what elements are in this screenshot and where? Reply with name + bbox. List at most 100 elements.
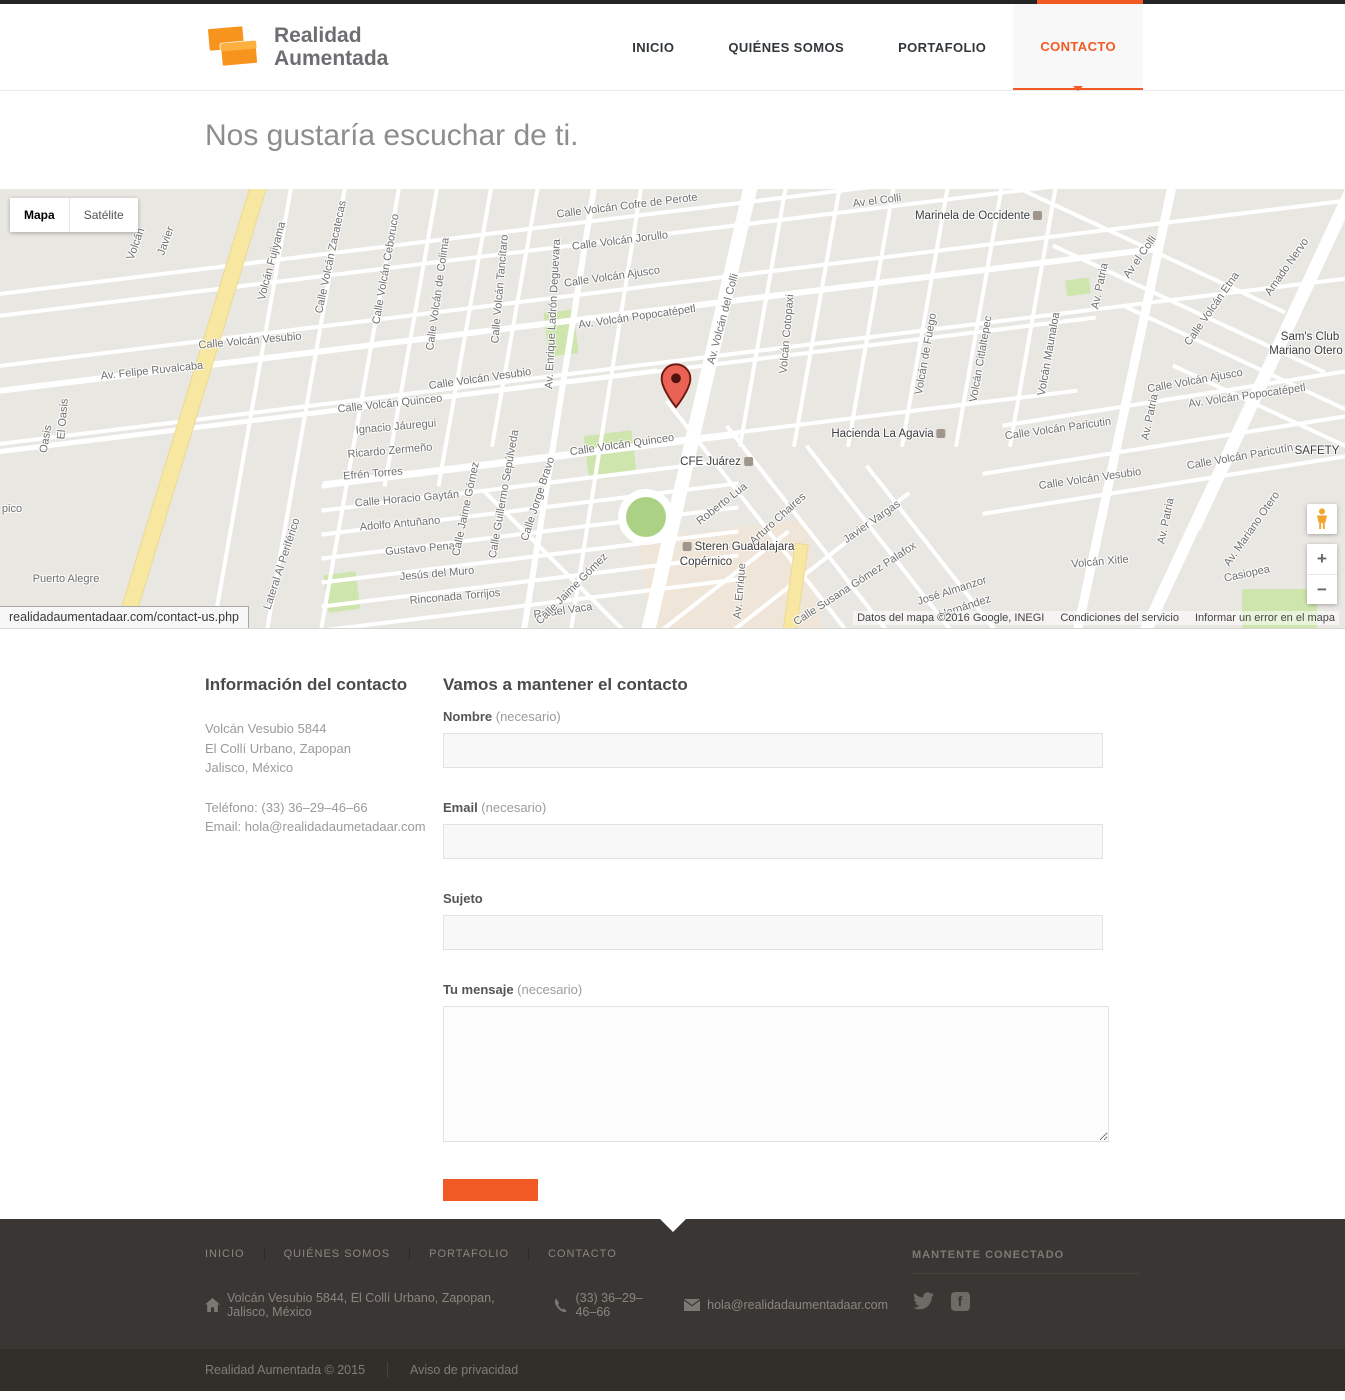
site-logo[interactable]: Realidad Aumentada xyxy=(205,4,388,90)
submit-button[interactable] xyxy=(443,1179,538,1201)
footer-phone: (33) 36–29–46–66 xyxy=(575,1291,660,1319)
map-street-label: Ignacio Jáuregui xyxy=(355,418,436,437)
sujeto-input[interactable] xyxy=(443,915,1103,950)
footer-address: Volcán Vesubio 5844, El Collí Urbano, Za… xyxy=(227,1291,529,1319)
contact-section: Información del contacto Volcán Vesubio … xyxy=(0,629,1345,1219)
map-street-label: Av. Patria xyxy=(1089,262,1110,310)
footer-link-inicio[interactable]: INICIO xyxy=(205,1248,245,1260)
map-street-label: Av. Mariano Otero xyxy=(1222,489,1282,568)
map-data-credit: Datos del mapa ©2016 Google, INEGI xyxy=(857,612,1044,624)
pegman-control[interactable] xyxy=(1307,504,1337,534)
map-type-control: Mapa Satélite xyxy=(10,198,138,232)
footer-email: hola@realidadaumentadaar.com xyxy=(707,1298,888,1312)
form-fields: Nombre (necesario) Email (necesario) Sujet… xyxy=(443,709,1113,1147)
address-line: Jalisco, México xyxy=(205,758,443,778)
site-header: Realidad Aumentada INICIOQUIÉNES SOMOSPO… xyxy=(0,4,1345,91)
map-canvas[interactable]: Calle Volcán Cofre de PeroteCalle Volcán… xyxy=(0,189,1345,629)
envelope-icon xyxy=(684,1299,700,1311)
tu-mensaje-input[interactable] xyxy=(443,1006,1109,1142)
copyright-text: Realidad Aumentada © 2015 xyxy=(205,1363,365,1377)
footer-nav-separator xyxy=(409,1247,410,1261)
address-line: Volcán Vesubio 5844 xyxy=(205,719,443,739)
map-poi-label[interactable]: Hacienda La Agavia xyxy=(831,428,948,440)
map-road-shape xyxy=(846,189,902,447)
address-line: El Collí Urbano, Zapopan xyxy=(205,739,443,759)
map-street-label: Rinconada Torrijos xyxy=(409,587,501,607)
connect-divider xyxy=(912,1273,1140,1274)
home-icon xyxy=(205,1298,220,1312)
map-street-label: Calle Guillermo Sepúlveda xyxy=(487,429,521,559)
map-type-mapa-button[interactable]: Mapa xyxy=(10,198,69,232)
map-street-label: Calle Horacio Gaytán xyxy=(354,488,459,509)
main-nav: INICIOQUIÉNES SOMOSPORTAFOLIOCONTACTO xyxy=(605,4,1143,90)
form-field-sujeto: Sujeto xyxy=(443,891,1113,950)
footer-link-portafolio[interactable]: PORTAFOLIO xyxy=(429,1248,509,1260)
footer-nav: INICIO QUIÉNES SOMOS PORTAFOLIO CONTACTO xyxy=(205,1247,912,1261)
logo-text: Realidad Aumentada xyxy=(274,24,388,70)
nav-item-inicio[interactable]: INICIO xyxy=(605,4,701,90)
map-poi-label[interactable]: Copérnico xyxy=(680,556,732,568)
field-label: Email (necesario) xyxy=(443,800,1113,815)
map-type-satelite-button[interactable]: Satélite xyxy=(69,198,138,232)
nav-item-contacto[interactable]: CONTACTO xyxy=(1013,4,1143,90)
terms-link[interactable]: Condiciones del servicio xyxy=(1060,612,1179,624)
map-street-label: Av. Patria xyxy=(1155,497,1176,545)
map-zoom-control: + − xyxy=(1307,544,1337,604)
nombre-input[interactable] xyxy=(443,733,1103,768)
contact-form-heading: Vamos a mantener el contacto xyxy=(443,675,1113,695)
map-poi-label[interactable]: Steren Guadalajara xyxy=(680,541,795,553)
footer-bottom-bar: Realidad Aumentada © 2015 Aviso de priva… xyxy=(0,1349,1345,1391)
social-links: f xyxy=(912,1290,1140,1312)
poi-icon xyxy=(683,542,692,551)
map-street-label: Av. Felipe Ruvalcaba xyxy=(100,360,204,383)
footer-link-quienes-somos[interactable]: QUIÉNES SOMOS xyxy=(284,1248,391,1260)
map-road-shape xyxy=(792,189,848,447)
pegman-icon xyxy=(1315,508,1329,530)
map-poi-label[interactable]: Marinela de Occidente xyxy=(915,210,1045,222)
facebook-icon[interactable]: f xyxy=(949,1290,971,1312)
status-bar-url: realidadaumentadaar.com/contact-us.php xyxy=(0,606,249,628)
page-title-section: Nos gustaría escuchar de ti. xyxy=(0,91,1345,189)
map-street-label: Calle Volcán Zacatecas xyxy=(313,200,349,315)
poi-icon xyxy=(1033,211,1042,220)
map-street-label: Oasis xyxy=(38,424,55,454)
map-street-label: Av. Volcán Popocatépetl xyxy=(578,303,697,331)
map-street-label: Efrén Torres xyxy=(343,465,404,482)
form-field-tu-mensaje: Tu mensaje (necesario) xyxy=(443,982,1113,1147)
zoom-out-button[interactable]: − xyxy=(1307,575,1337,605)
footer-link-contacto[interactable]: CONTACTO xyxy=(548,1248,617,1260)
nav-item-quienes-somos[interactable]: QUIÉNES SOMOS xyxy=(701,4,871,90)
map-street-label: Calle Volcán Paricutin xyxy=(1004,416,1112,443)
privacy-link[interactable]: Aviso de privacidad xyxy=(410,1363,518,1377)
report-error-link[interactable]: Informar un error en el mapa xyxy=(1195,612,1335,624)
form-field-email: Email (necesario) xyxy=(443,800,1113,859)
active-tab-accent xyxy=(1037,0,1143,4)
contact-info-column: Información del contacto Volcán Vesubio … xyxy=(205,675,443,1205)
email-input[interactable] xyxy=(443,824,1103,859)
map-street-label: Puerto Alegre xyxy=(33,573,100,585)
connect-heading: MANTENTE CONECTADO xyxy=(912,1249,1140,1261)
email-line: Email: hola@realidadaumetadaar.com xyxy=(205,817,443,837)
logo-boxes-icon xyxy=(205,22,261,72)
footer-notch xyxy=(660,1219,686,1232)
map-poi-label[interactable]: Mariano Otero xyxy=(1269,345,1343,357)
map-marker-icon[interactable] xyxy=(659,363,693,409)
map-poi-label[interactable]: CFE Juárez xyxy=(680,456,756,468)
map-street-label: Av. Patria xyxy=(1139,393,1160,441)
map-attribution: Datos del mapa ©2016 Google, INEGI Condi… xyxy=(853,611,1339,625)
phone-icon xyxy=(553,1298,568,1313)
map-road-shape xyxy=(626,497,666,537)
form-field-nombre: Nombre (necesario) xyxy=(443,709,1113,768)
map-poi-label[interactable]: Sam's Club xyxy=(1281,331,1339,343)
footer-nav-separator xyxy=(264,1247,265,1261)
twitter-icon[interactable] xyxy=(912,1290,934,1312)
field-label: Nombre (necesario) xyxy=(443,709,1113,724)
poi-icon xyxy=(937,429,946,438)
zoom-in-button[interactable]: + xyxy=(1307,544,1337,575)
map-poi-label[interactable]: SAFETY xyxy=(1295,445,1340,457)
map-street-label: pico xyxy=(2,503,22,515)
nav-item-portafolio[interactable]: PORTAFOLIO xyxy=(871,4,1013,90)
poi-icon xyxy=(744,457,753,466)
page-title: Nos gustaría escuchar de ti. xyxy=(205,119,1345,153)
map-street-label: Adolfo Antuñano xyxy=(359,515,440,534)
